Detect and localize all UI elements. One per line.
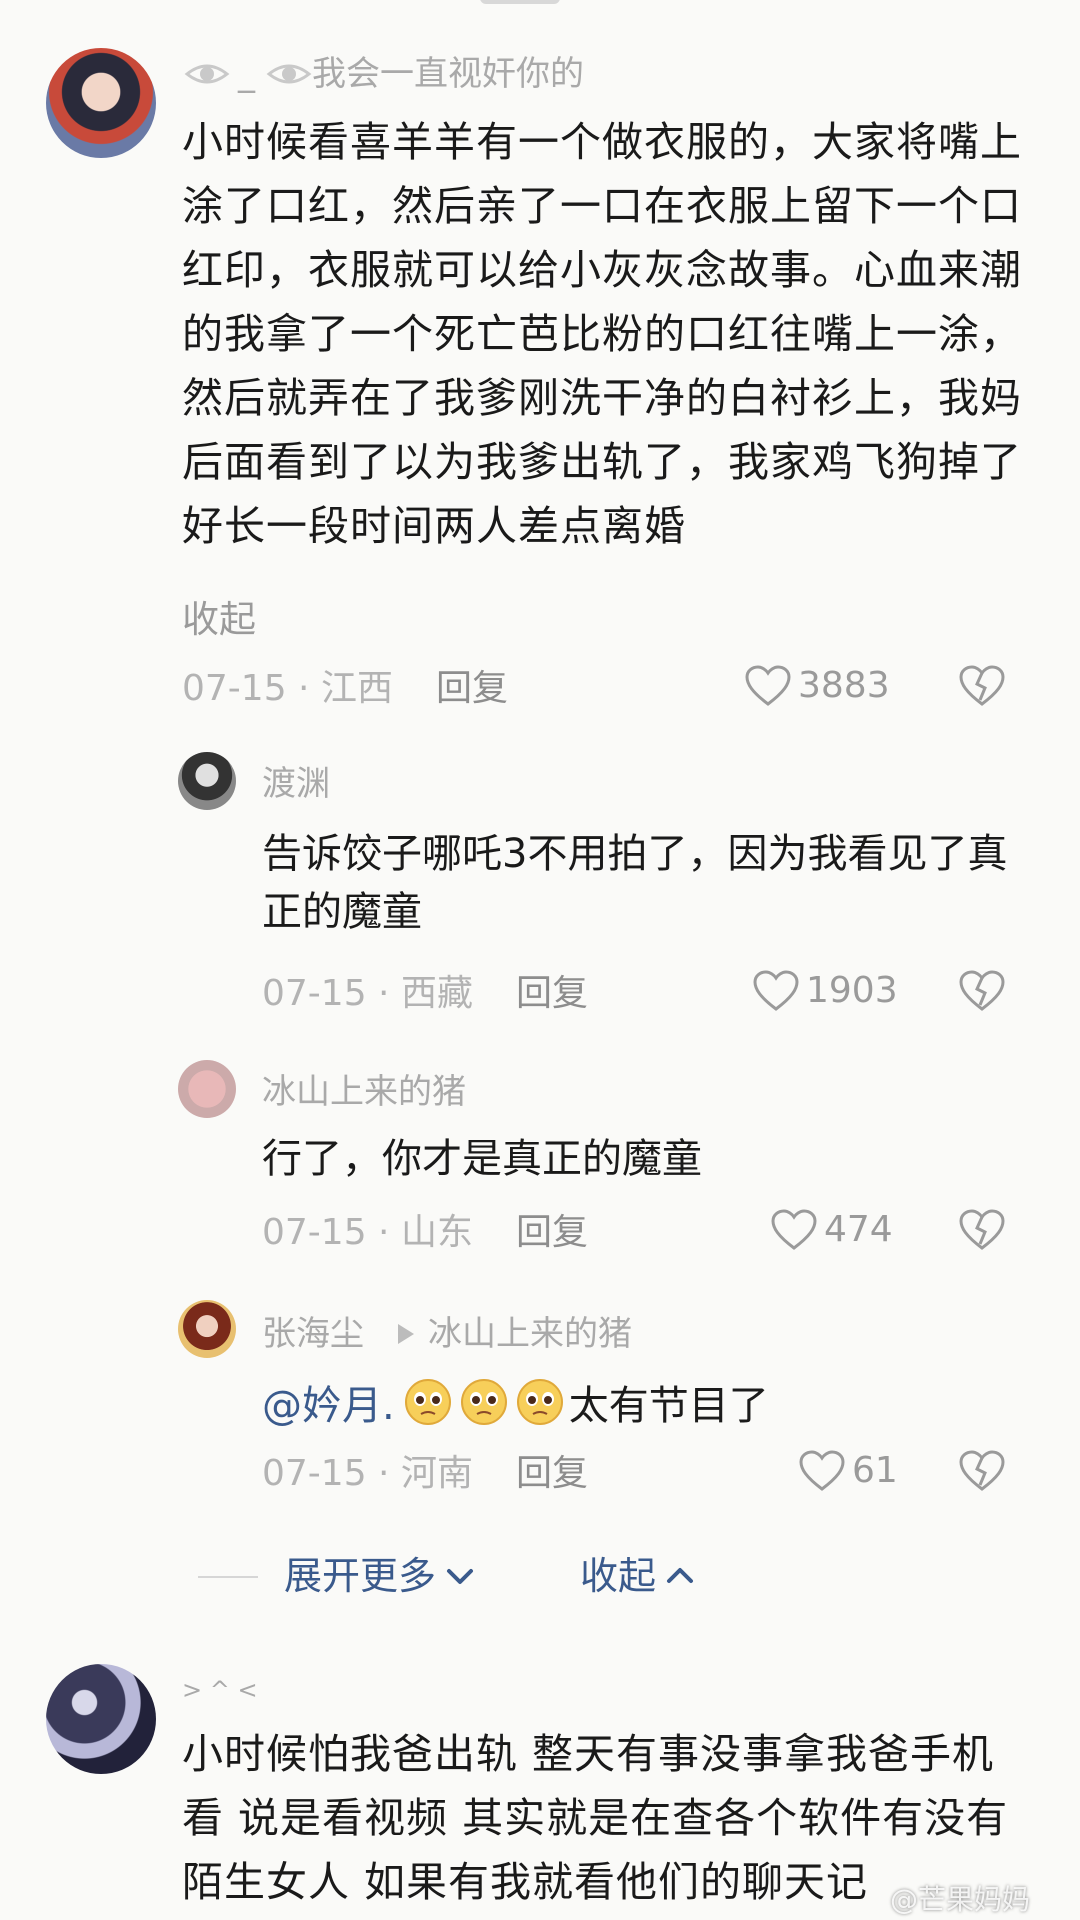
username[interactable]: 张海尘 bbox=[262, 1314, 364, 1354]
dislike-icon[interactable] bbox=[958, 1449, 1006, 1493]
reply-to-username[interactable]: 冰山上来的猪 bbox=[428, 1314, 632, 1354]
dislike-icon[interactable] bbox=[958, 664, 1006, 708]
comment-date-location: 07-15 · 山东 bbox=[262, 1212, 473, 1253]
watermark: @芒果妈妈 bbox=[890, 1883, 1031, 1916]
username-prefix: _ bbox=[238, 54, 255, 94]
dislike-icon[interactable] bbox=[958, 1208, 1006, 1252]
username[interactable]: > ^ < bbox=[182, 1670, 258, 1710]
chevron-down-icon bbox=[444, 1564, 476, 1588]
reply-button[interactable]: 回复 bbox=[436, 669, 508, 709]
username[interactable]: 我会一直视奸你的 bbox=[312, 54, 584, 94]
like-button[interactable]: 3883 bbox=[744, 664, 890, 708]
comment-date-location: 07-15 · 河南 bbox=[262, 1453, 473, 1494]
expand-more-button[interactable]: 展开更多 bbox=[284, 1556, 476, 1596]
pleading-emoji-icon bbox=[459, 1377, 509, 1427]
mention-link[interactable]: @妗月. bbox=[262, 1373, 395, 1431]
like-button[interactable]: 61 bbox=[798, 1449, 898, 1493]
reply-button[interactable]: 回复 bbox=[516, 1213, 588, 1253]
comment-text: 行了，你才是真正的魔童 bbox=[262, 1136, 702, 1182]
eye-icon bbox=[184, 54, 230, 94]
comment-text: 太有节目了 bbox=[568, 1383, 769, 1429]
comment-text: 告诉饺子哪吒3不用拍了，因为我看见了真正的魔童 bbox=[262, 831, 1008, 935]
reply-button[interactable]: 回复 bbox=[516, 1454, 588, 1494]
collapse-button[interactable]: 收起 bbox=[580, 1556, 696, 1596]
eye-icon bbox=[266, 54, 312, 94]
avatar[interactable] bbox=[46, 48, 156, 158]
collapse-label: 收起 bbox=[580, 1554, 657, 1598]
username[interactable]: 渡渊 bbox=[262, 764, 330, 804]
collapse-link[interactable]: 收起 bbox=[182, 600, 256, 640]
reply-button[interactable]: 回复 bbox=[516, 974, 588, 1014]
comment-date-location: 07-15 · 西藏 bbox=[262, 973, 473, 1014]
comment-date-location: 07-15 · 江西 bbox=[182, 668, 393, 709]
expand-more-label: 展开更多 bbox=[284, 1554, 437, 1598]
pleading-emoji-icon bbox=[515, 1377, 565, 1427]
pleading-emoji-icon bbox=[403, 1377, 453, 1427]
chevron-up-icon bbox=[664, 1564, 696, 1588]
like-button[interactable]: 1903 bbox=[752, 969, 898, 1013]
divider bbox=[198, 1576, 258, 1578]
heart-icon bbox=[798, 1449, 846, 1493]
top-cropped-fragment bbox=[480, 0, 560, 4]
like-count: 3883 bbox=[798, 665, 890, 706]
play-arrow-icon bbox=[398, 1324, 414, 1344]
like-count: 1903 bbox=[806, 970, 898, 1011]
username[interactable]: 冰山上来的猪 bbox=[262, 1072, 466, 1112]
heart-icon bbox=[744, 664, 792, 708]
like-count: 474 bbox=[824, 1209, 893, 1250]
avatar[interactable] bbox=[178, 752, 236, 810]
heart-icon bbox=[770, 1208, 818, 1252]
comment-text: 小时候看喜羊羊有一个做衣服的，大家将嘴上涂了口红，然后亲了一口在衣服上留下一个口… bbox=[182, 118, 1022, 550]
like-count: 61 bbox=[852, 1450, 898, 1491]
reply-text-line: @妗月. 太有节目了 bbox=[262, 1372, 769, 1432]
avatar[interactable] bbox=[178, 1060, 236, 1118]
avatar[interactable] bbox=[46, 1664, 156, 1774]
avatar[interactable] bbox=[178, 1300, 236, 1358]
heart-icon bbox=[752, 969, 800, 1013]
like-button[interactable]: 474 bbox=[770, 1208, 893, 1252]
dislike-icon[interactable] bbox=[958, 969, 1006, 1013]
